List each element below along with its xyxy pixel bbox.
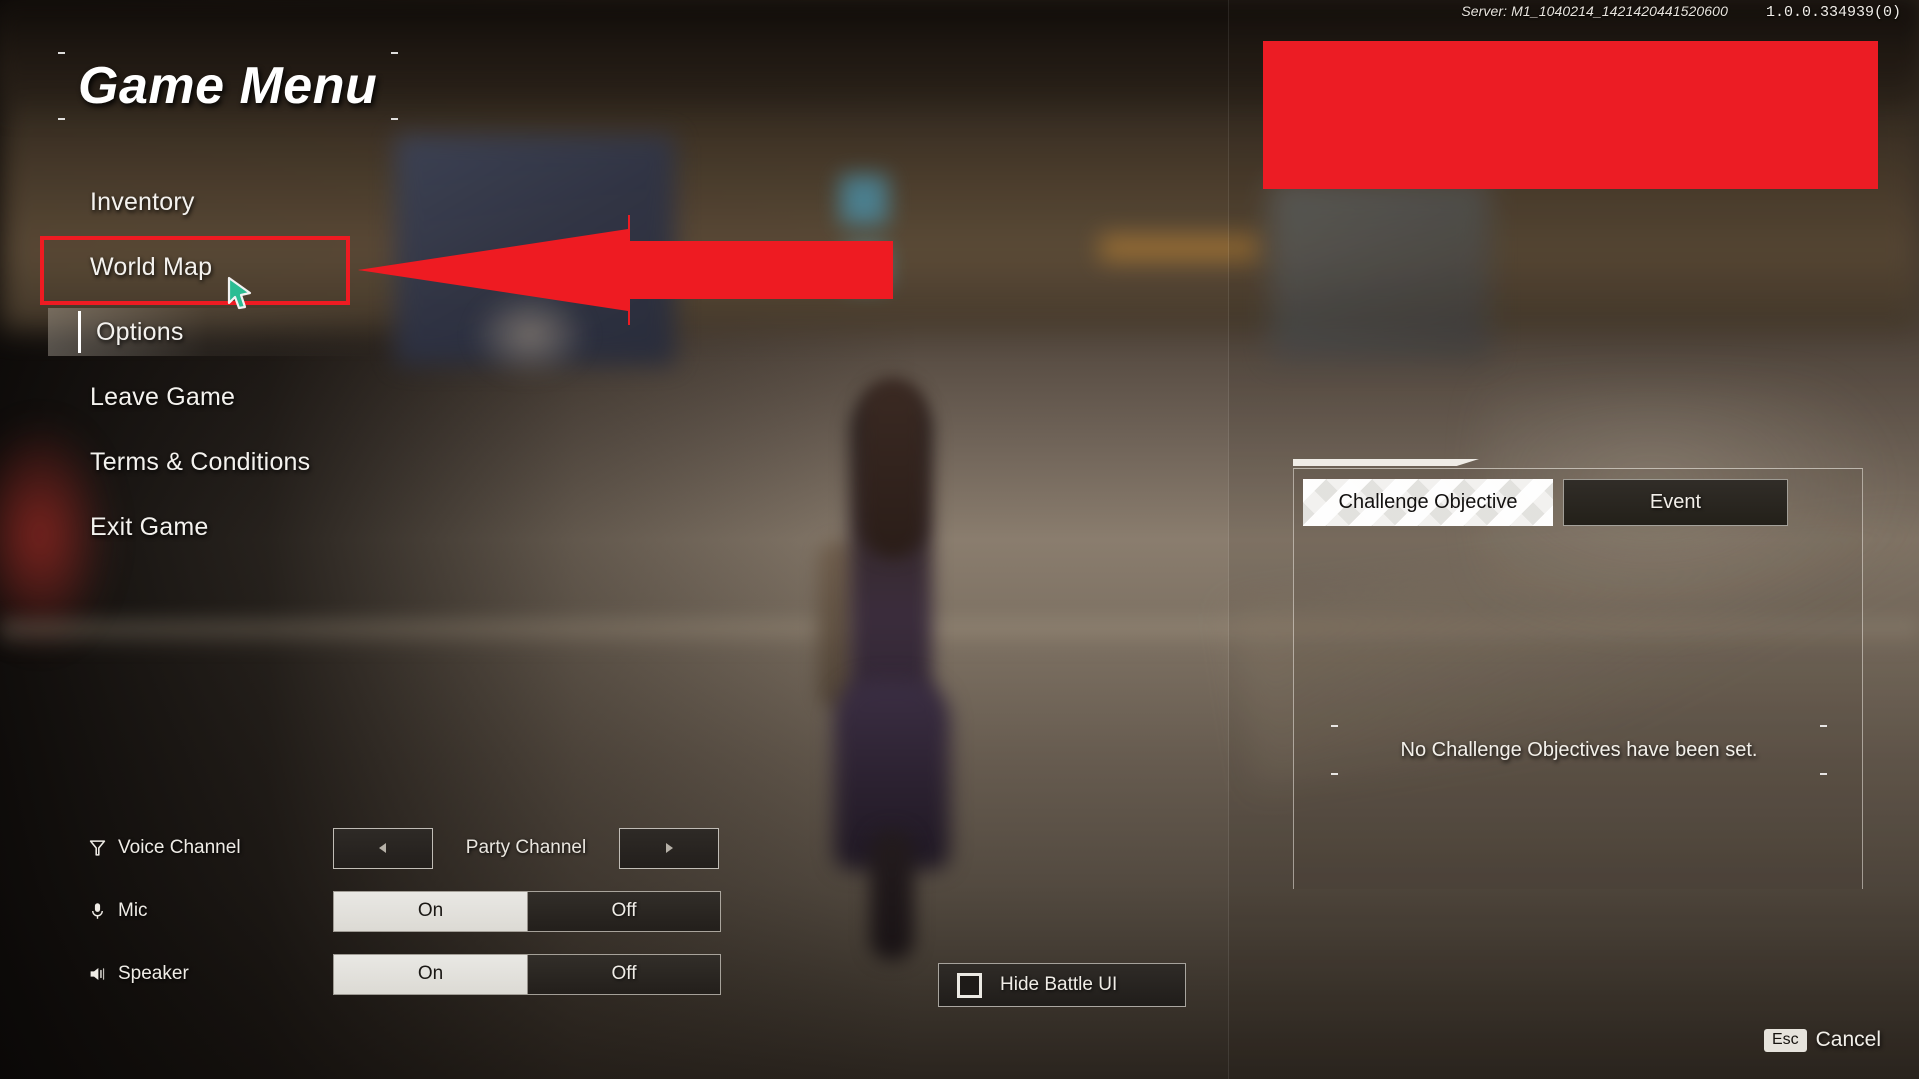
mic-on-option[interactable]: On (334, 891, 527, 931)
server-id-label: Server: M1_1040214_1421420441520600 (1461, 3, 1728, 19)
speaker-icon (90, 967, 105, 981)
page-title-text: Game Menu (78, 57, 378, 115)
mic-row: Mic On Off (88, 890, 721, 932)
mic-label: Mic (118, 900, 148, 921)
panel-tab-bar: Challenge Objective Event (1303, 479, 1788, 526)
menu-item-label: Leave Game (90, 382, 236, 411)
tab-challenge-objective[interactable]: Challenge Objective (1303, 479, 1553, 526)
panel-body: Challenge Objective Event No Challenge O… (1293, 469, 1863, 889)
menu-item-exit-game[interactable]: Exit Game (48, 503, 428, 551)
hide-battle-ui-checkbox[interactable]: Hide Battle UI (938, 963, 1186, 1007)
scene-teal-light-2 (845, 245, 887, 287)
scene-poster-glow (470, 290, 590, 380)
menu-item-inventory[interactable]: Inventory (48, 178, 428, 226)
game-menu-screen: Server: M1_1040214_1421420441520600 1.0.… (0, 0, 1919, 1079)
voice-channel-row: Voice Channel Party Channel (88, 827, 721, 869)
character-legs (870, 830, 914, 960)
challenge-objective-panel: Challenge Objective Event No Challenge O… (1293, 459, 1863, 889)
checkbox-box-icon (957, 972, 982, 998)
voice-channel-value: Party Channel (465, 837, 587, 858)
panel-accent-tab (1293, 459, 1479, 466)
menu-item-label: Exit Game (90, 512, 209, 541)
menu-item-label: Terms & Conditions (90, 447, 311, 476)
empty-state: No Challenge Objectives have been set. (1331, 719, 1827, 781)
title-corner-tick-top-right (391, 52, 398, 54)
esc-key-badge: Esc (1763, 1028, 1807, 1052)
speaker-label-group: Speaker (88, 963, 333, 985)
panel-top-strip (1293, 459, 1863, 469)
menu-item-label: Options (96, 317, 184, 346)
voice-channel-prev-button[interactable] (333, 827, 433, 869)
menu-item-world-map[interactable]: World Map (48, 243, 428, 291)
tab-event[interactable]: Event (1563, 479, 1788, 526)
voice-channel-label-group: Voice Channel (88, 837, 333, 859)
speaker-label: Speaker (118, 963, 189, 984)
menu-item-leave-game[interactable]: Leave Game (48, 373, 428, 421)
microphone-icon (92, 903, 103, 919)
speaker-toggle: On Off (333, 953, 721, 995)
cancel-label: Cancel (1815, 1028, 1881, 1051)
chevron-right-icon (666, 843, 673, 853)
empty-corner-tick-top-right (1820, 725, 1827, 727)
empty-corner-tick-bottom-left (1331, 773, 1338, 775)
broadcast-antenna-icon (89, 840, 106, 856)
menu-item-label: Inventory (90, 187, 195, 216)
menu-item-terms-and-conditions[interactable]: Terms & Conditions (48, 438, 428, 486)
mic-toggle: On Off (333, 890, 721, 932)
audio-settings-panel: Voice Channel Party Channel Mic On Off S… (88, 827, 721, 1017)
voice-channel-next-button[interactable] (619, 827, 719, 869)
player-character (812, 378, 982, 960)
title-corner-tick-bottom-right (391, 118, 398, 120)
cancel-hint[interactable]: Esc Cancel (1763, 1028, 1881, 1052)
game-menu-list: Inventory World Map Options Leave Game T… (48, 178, 428, 568)
empty-corner-tick-bottom-right (1820, 773, 1827, 775)
page-title: Game Menu (58, 46, 398, 126)
menu-item-options[interactable]: Options (48, 308, 428, 356)
chevron-left-icon (379, 843, 386, 853)
title-corner-tick-bottom-left (58, 118, 65, 120)
version-label: 1.0.0.334939(0) (1765, 4, 1901, 21)
speaker-on-option[interactable]: On (334, 954, 527, 994)
empty-state-message: No Challenge Objectives have been set. (1400, 739, 1758, 761)
voice-channel-label: Voice Channel (118, 837, 241, 858)
title-corner-tick-top-left (58, 52, 65, 54)
mic-off-option[interactable]: Off (527, 891, 720, 931)
status-bar: Server: M1_1040214_1421420441520600 1.0.… (1461, 3, 1901, 21)
menu-item-label: World Map (90, 252, 213, 281)
mic-label-group: Mic (88, 900, 333, 922)
character-hair (862, 378, 924, 558)
speaker-off-option[interactable]: Off (527, 954, 720, 994)
redaction-block (1263, 41, 1878, 189)
empty-corner-tick-top-left (1331, 725, 1338, 727)
scene-teal-light-1 (840, 175, 888, 225)
speaker-row: Speaker On Off (88, 953, 721, 995)
hide-battle-ui-label: Hide Battle UI (1000, 974, 1118, 995)
